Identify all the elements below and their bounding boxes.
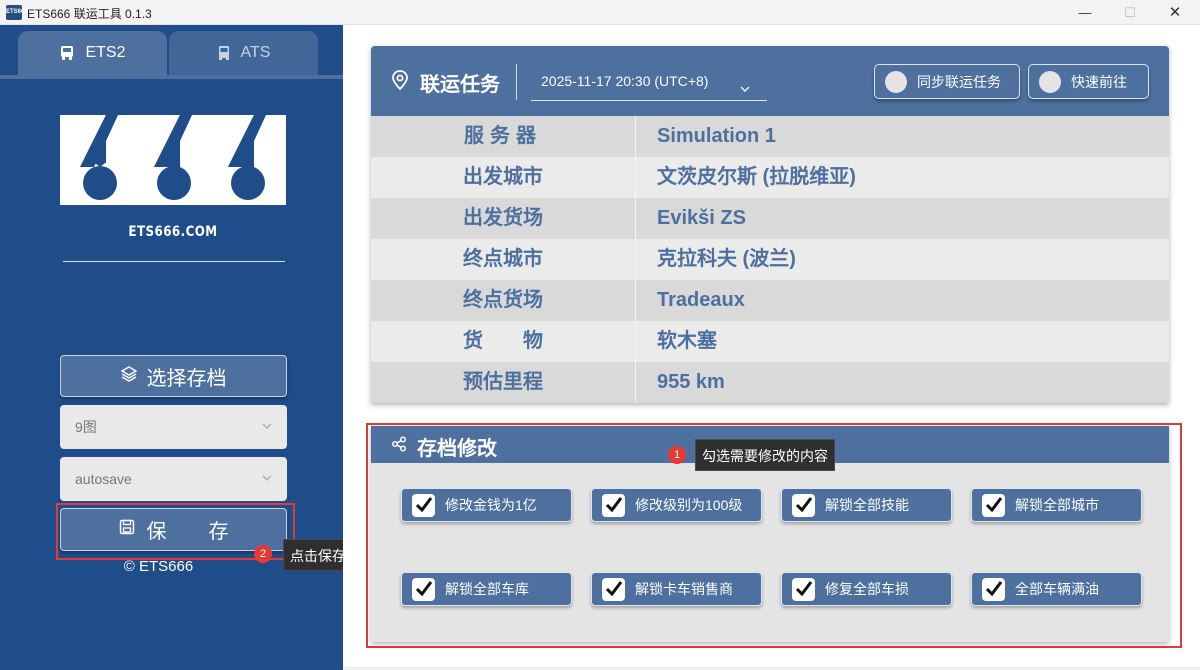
row-value-destination-yard: Tradeaux (657, 289, 745, 311)
modify-title: 存档修改 (391, 432, 497, 461)
profile-select[interactable]: 9图 (60, 405, 287, 449)
table-row: 服务器 Simulation 1 (371, 116, 1169, 157)
row-key-server: 服务器 (371, 116, 636, 157)
select-save-button[interactable]: 选择存档 (60, 355, 287, 397)
checkbox-checked-icon (982, 577, 1005, 601)
quick-go-label: 快速前往 (1071, 73, 1127, 90)
ets666-logo (60, 115, 286, 205)
tab-ats[interactable]: ATS (169, 31, 318, 75)
option-skills-label: 解锁全部技能 (825, 497, 909, 513)
row-value-destination-city: 克拉科夫 (波兰) (657, 248, 796, 270)
option-money[interactable]: 修改金钱为1亿 (401, 488, 572, 522)
tab-ats-label: ATS (240, 44, 271, 61)
row-key-destination-yard: 终点货场 (371, 280, 636, 321)
task-title-label: 联运任务 (420, 74, 500, 96)
task-datetime-select[interactable]: 2025-11-17 20:30 (UTC+8) (531, 67, 767, 101)
maximize-button[interactable]: ☐ (1107, 0, 1153, 25)
checkbox-checked-icon (792, 493, 815, 517)
quick-go-button[interactable]: 快速前往 (1028, 64, 1149, 99)
close-button[interactable]: ✕ (1152, 0, 1198, 25)
row-value-server: Simulation 1 (657, 125, 776, 147)
save-button-label: 保存 (146, 521, 271, 543)
table-row: 出发货场 Evikši ZS (371, 198, 1169, 239)
row-value-origin-city: 文茨皮尔斯 (拉脱维亚) (657, 166, 856, 188)
window-title: ETS666 联运工具 0.1.3 (27, 7, 152, 21)
option-cities[interactable]: 解锁全部城市 (971, 488, 1142, 522)
chevron-down-icon (261, 419, 273, 435)
option-cities-label: 解锁全部城市 (1015, 497, 1099, 513)
row-key-origin-yard: 出发货场 (371, 198, 636, 239)
option-dealers-label: 解锁卡车销售商 (635, 581, 733, 597)
chevron-down-icon (261, 471, 273, 487)
task-header: 联运任务 2025-11-17 20:30 (UTC+8) 同步联运任务 快速前… (371, 46, 1169, 116)
option-skills[interactable]: 解锁全部技能 (781, 488, 952, 522)
task-title: 联运任务 (391, 68, 500, 97)
tab-strip (0, 75, 343, 79)
table-row: 终点城市 克拉科夫 (波兰) (371, 239, 1169, 280)
checkbox-checked-icon (412, 493, 435, 517)
checkbox-checked-icon (602, 493, 625, 517)
step-badge-1: 1 (668, 446, 686, 464)
task-info-table: 服务器 Simulation 1 出发城市 文茨皮尔斯 (拉脱维亚) 出发货场 … (371, 116, 1169, 403)
save-slot-select[interactable]: autosave (60, 457, 287, 501)
task-card: 联运任务 2025-11-17 20:30 (UTC+8) 同步联运任务 快速前… (371, 46, 1169, 403)
save-button[interactable]: 保存 (60, 508, 287, 551)
truck-front-icon (217, 45, 231, 61)
header-divider (516, 64, 517, 100)
option-level[interactable]: 修改级别为100级 (591, 488, 762, 522)
profile-select-value: 9图 (75, 419, 97, 435)
table-row: 出发城市 文茨皮尔斯 (拉脱维亚) (371, 157, 1169, 198)
checkbox-checked-icon (602, 577, 625, 601)
checkbox-checked-icon (412, 577, 435, 601)
sync-task-button[interactable]: 同步联运任务 (874, 64, 1020, 99)
app-icon: ETS666 (6, 5, 28, 20)
row-value-origin-yard: Evikši ZS (657, 207, 746, 229)
row-value-cargo: 软木塞 (657, 330, 717, 352)
option-fuel[interactable]: 全部车辆满油 (971, 572, 1142, 606)
floppy-disk-icon (119, 518, 135, 541)
toggle-circle-icon (885, 70, 907, 93)
option-dealers[interactable]: 解锁卡车销售商 (591, 572, 762, 606)
tooltip-check-hint: 勾选需要修改的内容 (695, 439, 835, 471)
table-row: 货物 软木塞 (371, 321, 1169, 362)
select-save-label: 选择存档 (146, 367, 227, 390)
layers-icon (119, 365, 138, 388)
row-key-cargo: 货物 (371, 321, 636, 362)
task-datetime-value: 2025-11-17 20:30 (UTC+8) (541, 73, 709, 89)
option-level-label: 修改级别为100级 (635, 497, 743, 513)
modify-title-label: 存档修改 (417, 438, 497, 460)
logo-website: ETS666.COM (128, 224, 218, 240)
location-pin-icon (391, 69, 409, 96)
row-value-distance: 955 km (657, 371, 725, 393)
row-key-distance: 预估里程 (371, 362, 636, 403)
share-nodes-icon (391, 435, 407, 458)
chevron-down-icon (739, 76, 751, 104)
table-row: 预估里程 955 km (371, 362, 1169, 403)
option-fuel-label: 全部车辆满油 (1015, 581, 1099, 597)
toggle-circle-icon (1039, 70, 1061, 93)
logo-divider (63, 261, 285, 262)
row-key-destination-city: 终点城市 (371, 239, 636, 280)
checkbox-checked-icon (982, 493, 1005, 517)
option-garages[interactable]: 解锁全部车库 (401, 572, 572, 606)
sync-task-label: 同步联运任务 (917, 73, 1001, 90)
option-repair-label: 修复全部车损 (825, 581, 909, 597)
title-bar: ETS666 ETS666 联运工具 0.1.3 — ☐ ✕ (0, 0, 1200, 25)
row-key-origin-city: 出发城市 (371, 157, 636, 198)
tab-ets2[interactable]: ETS2 (18, 31, 167, 75)
tab-ets2-label: ETS2 (85, 44, 126, 61)
option-repair[interactable]: 修复全部车损 (781, 572, 952, 606)
option-money-label: 修改金钱为1亿 (445, 497, 537, 513)
copyright-text: © ETS666 (123, 558, 194, 575)
truck-icon (59, 45, 75, 61)
table-row: 终点货场 Tradeaux (371, 280, 1169, 321)
minimize-button[interactable]: — (1062, 0, 1108, 25)
option-garages-label: 解锁全部车库 (445, 581, 529, 597)
checkbox-checked-icon (792, 577, 815, 601)
save-slot-value: autosave (75, 471, 132, 487)
